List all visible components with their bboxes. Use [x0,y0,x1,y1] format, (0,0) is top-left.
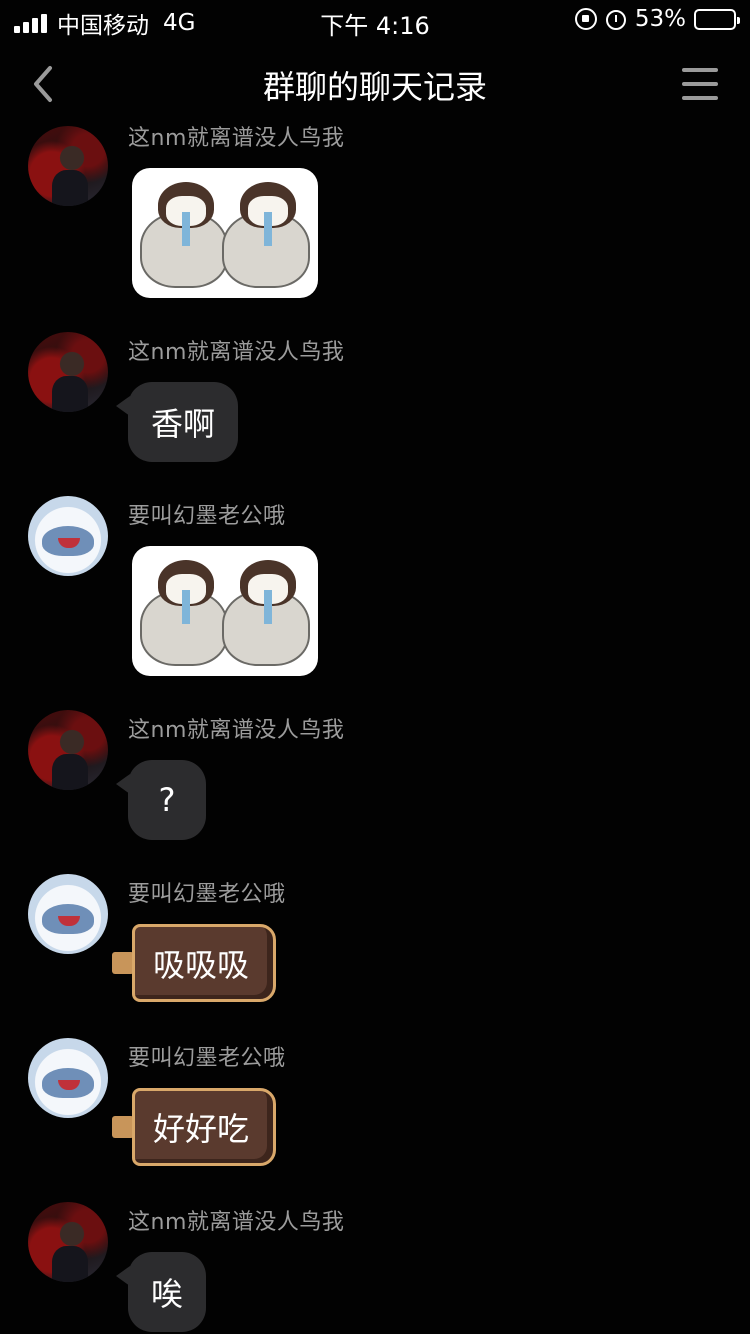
avatar[interactable] [28,1038,108,1118]
sender-name: 这nm就离谱没人鸟我 [128,340,345,365]
battery-percent: 53% [634,6,686,32]
avatar[interactable] [28,332,108,412]
avatar[interactable] [28,126,108,206]
chat-history-screen: 中国移动 4G 下午 4:16 53% 群聊的聊天记录 这nm就离谱没人鸟我 这… [0,0,750,1334]
ice-cream-stick-icon [112,952,134,974]
sender-name: 要叫幻墨老公哦 [128,882,286,907]
sender-name: 要叫幻墨老公哦 [128,504,286,529]
sender-name: 要叫幻墨老公哦 [128,1046,286,1071]
penguin-sticker-image[interactable] [132,168,318,298]
message-text: 吸吸吸 [132,924,277,1002]
alarm-clock-icon [605,8,627,30]
page-title: 群聊的聊天记录 [262,68,487,106]
avatar[interactable] [28,1202,108,1282]
chocolate-bar-bubble[interactable]: 好好吃 [112,1088,277,1166]
battery-icon [694,8,740,30]
avatar[interactable] [28,710,108,790]
status-bar: 中国移动 4G 下午 4:16 53% [0,0,750,40]
message-bubble[interactable]: 唉 [116,1252,206,1332]
orientation-lock-icon [574,8,597,30]
sender-name: 这nm就离谱没人鸟我 [128,718,345,743]
avatar[interactable] [28,496,108,576]
sender-name: 这nm就离谱没人鸟我 [128,126,345,151]
nav-bar: 群聊的聊天记录 [0,48,750,120]
penguin-sticker-image[interactable] [132,546,318,676]
message-text: 好好吃 [132,1088,277,1166]
avatar[interactable] [28,874,108,954]
ice-cream-stick-icon [112,1116,134,1138]
sender-name: 这nm就离谱没人鸟我 [128,1210,345,1235]
chocolate-bar-bubble[interactable]: 吸吸吸 [112,924,277,1002]
message-bubble[interactable]: 香啊 [116,382,238,462]
message-bubble[interactable]: ? [116,760,206,840]
hamburger-menu-icon[interactable] [682,68,718,100]
